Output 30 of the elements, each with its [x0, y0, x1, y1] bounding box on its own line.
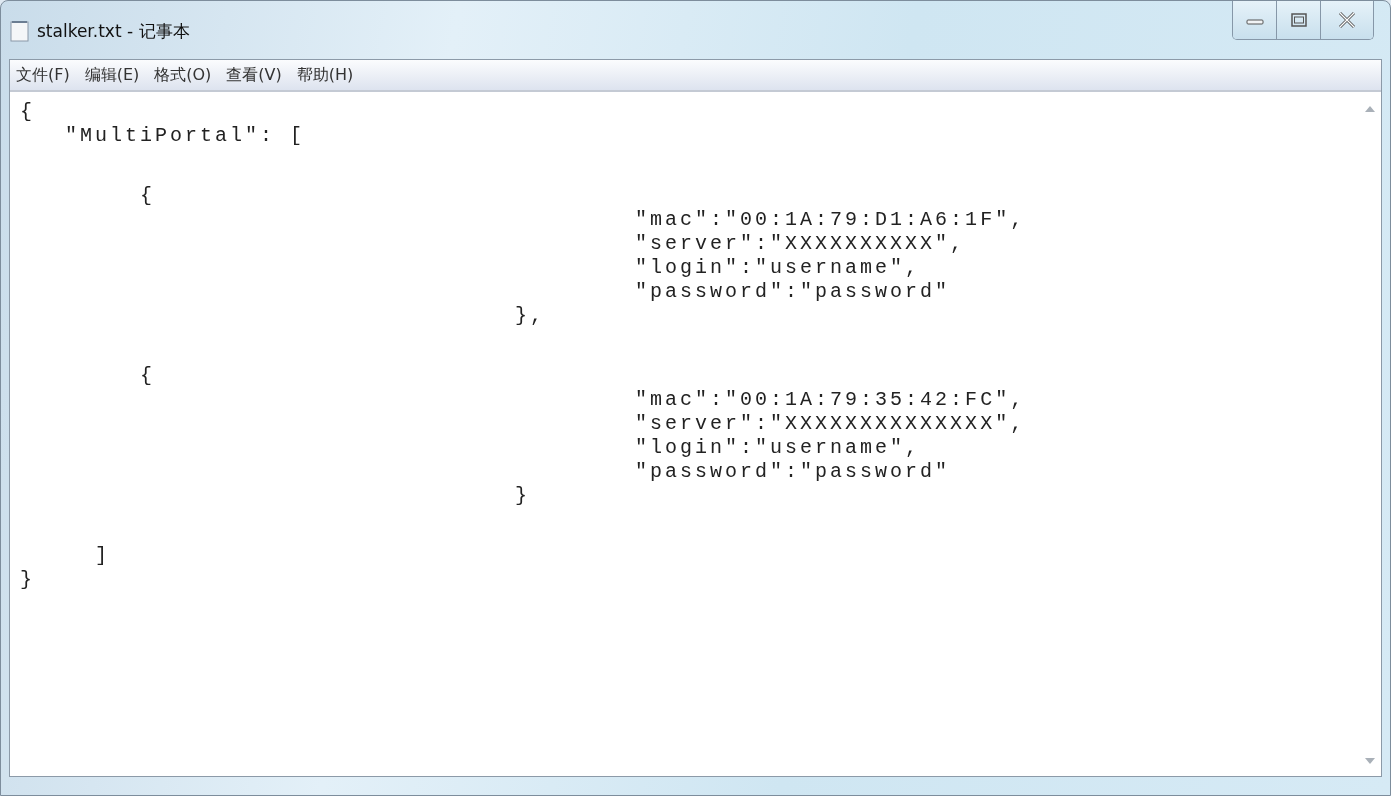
text-line: "mac":"00:1A:79:D1:A6:1F",	[634, 208, 1026, 231]
menu-item[interactable]: 编辑(E)	[84, 64, 140, 86]
text-line: {	[20, 100, 35, 123]
minimize-button[interactable]	[1233, 1, 1277, 39]
text-line: {	[139, 364, 156, 387]
window-title: stalker.txt - 记事本	[37, 19, 190, 43]
text-line: "server":"XXXXXXXXXXXXXX",	[634, 412, 1026, 435]
text-line: "server":"XXXXXXXXXX",	[634, 232, 966, 255]
text-line: "mac":"00:1A:79:35:42:FC",	[634, 388, 1026, 411]
text-line: "MultiPortal": [	[64, 124, 306, 147]
notepad-icon	[9, 19, 31, 43]
menu-item[interactable]: 文件(F)	[16, 64, 70, 86]
menu-item[interactable]: 格式(O)	[154, 64, 212, 86]
scroll-up-arrow-icon[interactable]	[1365, 106, 1375, 112]
text-line: {	[139, 184, 156, 207]
text-line: }	[514, 484, 531, 507]
menu-item[interactable]: 查看(V)	[226, 64, 282, 86]
maximize-icon	[1289, 12, 1308, 28]
text-line: ]	[94, 544, 110, 567]
maximize-button[interactable]	[1277, 1, 1321, 39]
text-line: "password":"password"	[634, 280, 951, 303]
text-line: }	[20, 568, 35, 591]
close-button[interactable]	[1321, 1, 1373, 39]
text-line: "password":"password"	[634, 460, 951, 483]
text-line: "login":"username",	[634, 256, 921, 279]
text-line: "login":"username",	[634, 436, 921, 459]
text-line: },	[514, 304, 546, 327]
scroll-down-arrow-icon[interactable]	[1365, 758, 1375, 764]
menu-item[interactable]: 帮助(H)	[296, 64, 354, 86]
close-icon	[1337, 11, 1357, 29]
